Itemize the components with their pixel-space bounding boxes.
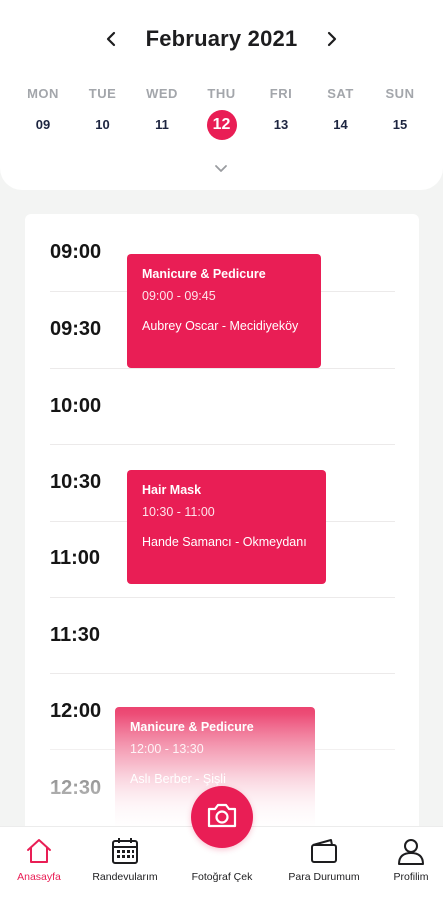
appointment-title: Manicure & Pedicure [142,267,266,281]
nav-label: Para Durumum [288,871,360,883]
day-mon[interactable]: MON 09 [19,86,67,140]
appointment-title: Hair Mask [142,483,202,497]
day-sun[interactable]: SUN 15 [376,86,424,140]
day-name: TUE [88,86,117,101]
selected-day-number: 12 [206,110,237,140]
user-icon [366,835,443,867]
day-fri[interactable]: FRI 13 [257,86,305,140]
appointment-card[interactable]: Manicure & Pedicure 09:00 - 09:45 Aubrey… [127,254,321,368]
day-thu-selected[interactable]: THU 12 [198,86,246,140]
day-number: 13 [273,117,289,132]
appointment-title: Manicure & Pedicure [130,720,254,734]
chevron-left-icon[interactable] [102,30,120,48]
day-sat[interactable]: SAT 14 [317,86,365,140]
nav-appointments[interactable]: Randevularım [80,835,170,883]
week-strip: MON 09 TUE 10 WED 11 THU 12 FRI 13 SAT 1… [19,86,424,140]
slot-divider [50,444,395,445]
home-icon [0,835,84,867]
calendar-icon [80,835,170,867]
time-slot-label: 11:30 [50,624,101,646]
appointment-time: 12:00 - 13:30 [130,742,204,756]
day-number: 10 [95,117,110,132]
month-navigation: February 2021 [0,22,443,56]
day-name: WED [146,86,178,101]
time-slot-label: 12:30 [50,777,102,799]
nav-profile[interactable]: Profilim [366,835,443,883]
nav-camera[interactable]: Fotoğraf Çek [177,867,267,883]
day-name: SAT [327,86,354,101]
time-slot-label: 09:00 [50,241,102,263]
nav-home[interactable]: Anasayfa [0,835,84,883]
chevron-right-icon[interactable] [323,30,341,48]
day-wed[interactable]: WED 11 [138,86,186,140]
appointment-client: Aslı Berber - Şişli [130,772,226,786]
appointment-time: 09:00 - 09:45 [142,289,216,303]
day-number: 14 [333,117,348,132]
day-schedule[interactable]: 09:00 09:30 10:00 10:30 11:00 11:30 12:0… [25,214,419,834]
day-number: 11 [155,117,169,132]
appointment-client: Aubrey Oscar - Mecidiyeköy [142,319,299,333]
day-name: MON [27,86,59,101]
day-name: FRI [269,86,293,101]
chevron-down-icon[interactable] [213,162,229,174]
slot-divider [50,597,395,598]
time-slot-label: 11:00 [50,547,101,569]
camera-icon [206,801,238,834]
day-tue[interactable]: TUE 10 [79,86,127,140]
day-name: SUN [385,86,415,101]
appointment-client: Hande Samancı - Okmeydanı [142,535,307,549]
time-slot-label: 12:00 [50,700,102,722]
slot-divider [50,673,395,674]
calendar-header: February 2021 MON 09 TUE 10 WED 11 THU 1… [0,0,443,190]
appointment-card[interactable]: Hair Mask 10:30 - 11:00 Hande Samancı - … [127,470,326,584]
nav-money[interactable]: Para Durumum [279,835,369,883]
time-slot-label: 10:30 [50,471,102,493]
day-name: THU [207,86,236,101]
camera-button[interactable] [191,786,253,848]
wallet-icon [279,835,369,867]
nav-label: Randevularım [92,871,158,883]
nav-label: Fotoğraf Çek [191,871,253,883]
month-title: February 2021 [145,26,298,51]
appointment-time: 10:30 - 11:00 [142,505,215,519]
nav-label: Anasayfa [17,871,61,883]
day-number: 15 [392,117,408,132]
nav-label: Profilim [393,871,429,883]
time-slot-label: 10:00 [50,395,102,417]
day-number: 09 [35,117,51,132]
time-slot-label: 09:30 [50,318,102,340]
slot-divider [50,368,395,369]
